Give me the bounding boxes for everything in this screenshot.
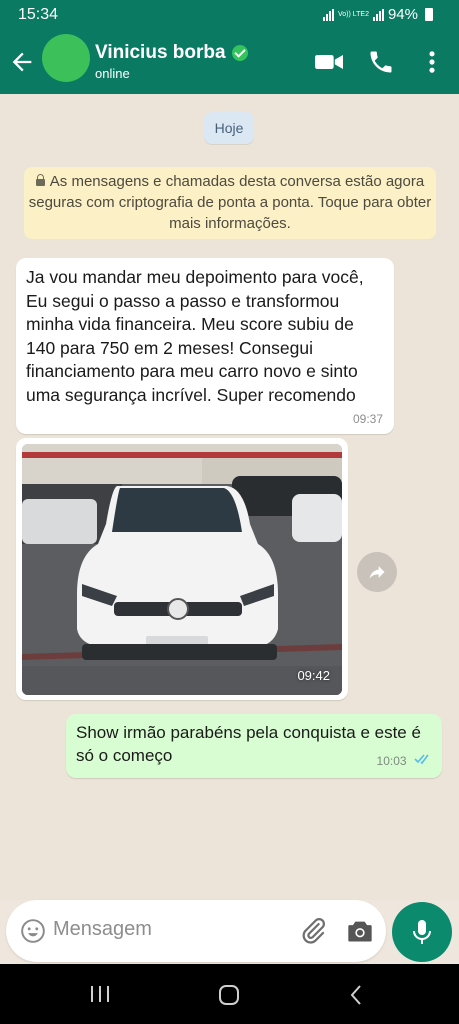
signal-icon-2 [372,8,384,21]
recent-apps-icon[interactable] [89,984,111,1004]
car-photo-illustration [22,444,342,695]
day-chip: Hoje [204,112,254,144]
incoming-image-message[interactable]: 09:42 [16,438,348,700]
back-arrow-icon[interactable] [8,48,36,76]
forward-button[interactable] [357,552,397,592]
verified-badge-icon [231,45,248,61]
back-nav-icon[interactable] [348,984,364,1006]
contact-name-row[interactable]: Vinicius borba [95,42,248,64]
status-indicators: Vo)) LTE2 94% [322,6,433,23]
home-icon[interactable] [217,984,241,1006]
mic-button[interactable] [392,902,452,962]
message-composer: Mensagem [6,900,386,962]
read-receipt-icon [414,754,429,765]
car-photo[interactable]: 09:42 [22,444,342,695]
emoji-icon[interactable] [20,918,46,944]
incoming-message[interactable]: Ja vou mandar meu depoimento para você, … [16,258,394,434]
signal-icon [322,8,334,21]
message-input[interactable]: Mensagem [53,918,152,941]
mic-icon [413,920,431,944]
chat-header: Vinicius borba online [0,30,459,94]
system-nav-bar [0,964,459,1024]
network-label: Vo)) LTE2 [337,11,369,18]
contact-status: online [95,66,130,81]
status-bar: 15:34 Vo)) LTE2 94% [0,0,459,30]
image-time: 09:42 [297,668,330,683]
lock-icon [35,174,45,186]
contact-name: Vinicius borba [95,42,226,63]
forward-icon [369,566,385,579]
message-time: 09:37 [352,412,383,426]
message-text: Ja vou mandar meu depoimento para você, … [26,267,364,405]
attach-icon[interactable] [298,916,328,946]
chat-area[interactable]: Hoje As mensagens e chamadas desta conve… [0,94,459,900]
battery-percent: 94% [387,6,418,23]
status-time: 15:34 [18,6,59,23]
phone-icon[interactable] [367,48,395,76]
video-call-icon[interactable] [313,48,345,76]
more-vert-icon[interactable] [418,48,446,76]
outgoing-message[interactable]: Show irmão parabéns pela conquista e est… [66,714,442,778]
encryption-notice-text: As mensagens e chamadas desta conversa e… [28,173,432,232]
message-meta: 10:03 [377,752,432,770]
message-time: 10:03 [376,754,407,768]
encryption-notice[interactable]: As mensagens e chamadas desta conversa e… [24,167,436,239]
battery-icon [425,8,433,21]
avatar[interactable] [42,34,90,82]
camera-icon[interactable] [346,918,374,944]
